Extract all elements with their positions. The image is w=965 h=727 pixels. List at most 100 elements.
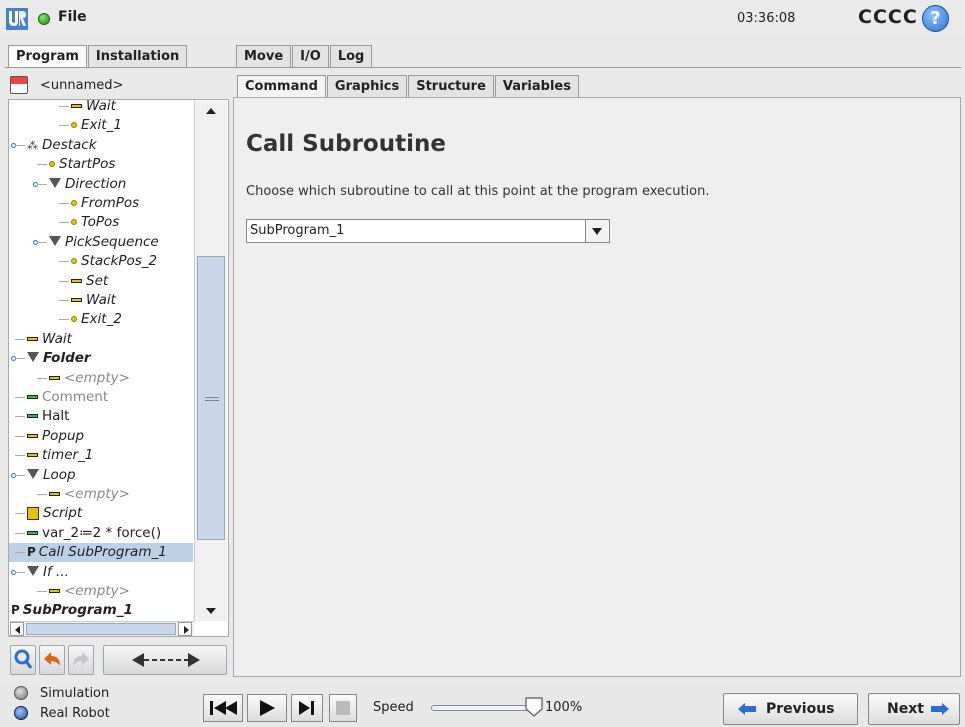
tree-item[interactable]: Set (9, 272, 108, 291)
tree-item-label: StartPos (59, 156, 116, 173)
save-icon[interactable] (10, 76, 28, 94)
command-icon (27, 433, 38, 438)
next-button[interactable]: Next (868, 693, 960, 725)
step-button[interactable] (291, 694, 323, 722)
tab-structure[interactable]: Structure (408, 75, 494, 98)
speed-value: 100% (545, 700, 583, 715)
clock: 03:36:08 (737, 11, 796, 26)
rewind-icon (210, 701, 237, 715)
tree-item[interactable]: Loop (9, 466, 76, 485)
tree-item[interactable]: ⁂ Destack (9, 136, 97, 155)
search-button[interactable] (10, 645, 36, 675)
file-menu[interactable]: File (58, 9, 87, 25)
scroll-right-button[interactable] (178, 622, 192, 636)
redo-icon (73, 652, 89, 666)
tree-item[interactable]: Script (9, 504, 82, 523)
tree-connector (37, 183, 47, 185)
program-tree-panel: Wait Exit_1 ⁂ Destack StartPos Direction FromP… (8, 99, 229, 637)
tab-io[interactable]: I/O (292, 45, 329, 68)
command-green-icon (27, 414, 38, 419)
tree-item[interactable]: var_2≔2 * force() (9, 524, 161, 543)
chevron-down-icon (592, 228, 602, 235)
tree-item[interactable]: PickSequence (9, 233, 159, 252)
tree-item[interactable]: <empty> (9, 485, 130, 504)
simulation-radio[interactable] (14, 686, 28, 700)
speed-slider-handle[interactable] (525, 697, 543, 717)
undo-button[interactable] (39, 645, 65, 675)
tree-vertical-scrollbar[interactable] (194, 101, 227, 621)
tree-connector (59, 300, 69, 301)
tree-item[interactable]: <empty> (9, 582, 130, 601)
tree-connector (15, 474, 25, 476)
tree-connector (59, 125, 69, 127)
folder-triangle-icon (49, 235, 61, 246)
simulation-label[interactable]: Simulation (40, 686, 109, 701)
tree-item[interactable]: Direction (9, 175, 126, 194)
tree-item[interactable]: Exit_2 (9, 310, 122, 329)
tree-item[interactable]: Exit_1 (9, 116, 122, 135)
tree-item-label: FromPos (81, 195, 140, 211)
rewind-button[interactable] (203, 694, 243, 722)
tab-move[interactable]: Move (236, 45, 292, 68)
subprogram-icon: P (27, 545, 36, 560)
tree-item[interactable]: Comment (9, 388, 108, 407)
tree-connector (37, 377, 47, 379)
tree-item[interactable]: StackPos_2 (9, 252, 157, 271)
tree-item[interactable]: FromPos (9, 194, 139, 213)
command-icon (49, 375, 60, 380)
tree-item[interactable]: P SubProgram_1 (9, 601, 133, 620)
tree-item[interactable]: Folder (9, 349, 91, 368)
bottom-bar: Simulation Real Robot Speed 100% Previou… (0, 682, 965, 727)
tree-item[interactable]: <empty> (9, 369, 130, 388)
tree-connector (15, 455, 25, 457)
arrow-right-icon (931, 703, 949, 715)
next-label: Next (887, 701, 924, 717)
tab-graphics[interactable]: Graphics (326, 75, 408, 98)
command-icon (71, 104, 82, 108)
tree-item[interactable]: Halt (9, 407, 69, 426)
tree-horizontal-scrollbar[interactable] (10, 621, 194, 636)
tab-variables[interactable]: Variables (494, 75, 579, 98)
tab-command[interactable]: Command (237, 75, 326, 98)
tab-installation[interactable]: Installation (87, 45, 188, 68)
real-robot-label[interactable]: Real Robot (40, 706, 110, 721)
stop-button[interactable] (329, 694, 357, 722)
tree-item-label: Comment (42, 389, 109, 405)
tree-item[interactable]: ToPos (9, 213, 119, 232)
previous-button[interactable]: Previous (723, 693, 858, 725)
robot-status-icon (38, 13, 50, 25)
real-robot-radio[interactable] (14, 706, 28, 720)
tree-item[interactable]: Wait (9, 291, 116, 310)
scroll-up-button[interactable] (195, 101, 228, 121)
tree-item[interactable]: Wait (9, 100, 116, 116)
tree-item[interactable]: timer_1 (9, 446, 93, 465)
play-button[interactable] (247, 694, 287, 722)
help-icon[interactable]: ? (922, 5, 949, 32)
command-icon (27, 336, 38, 341)
tree-item[interactable]: Wait (9, 330, 72, 349)
move-node-button[interactable] (103, 645, 227, 675)
scroll-down-button[interactable] (195, 601, 228, 621)
page-title: Call Subroutine (246, 131, 446, 157)
tree-item[interactable]: Popup (9, 427, 84, 446)
scroll-thumb[interactable] (197, 256, 225, 540)
hscroll-thumb[interactable] (26, 623, 176, 635)
grip-icon (205, 397, 219, 401)
scroll-left-button[interactable] (10, 622, 24, 636)
tree-item-label: StackPos_2 (81, 253, 158, 270)
subroutine-select[interactable]: SubProgram_1 (246, 219, 610, 243)
arrow-left-icon (15, 626, 20, 634)
tree-connector (15, 397, 25, 398)
tree-item[interactable]: If ... (9, 563, 69, 582)
tab-program[interactable]: Program (8, 45, 87, 68)
tree-item[interactable]: P Call SubProgram_1 (9, 543, 193, 563)
tab-log[interactable]: Log (329, 45, 373, 68)
redo-button[interactable] (68, 645, 94, 675)
tree-item-label: Exit_2 (81, 311, 122, 328)
tree-connector (15, 416, 25, 418)
tree-item[interactable]: StartPos (9, 155, 115, 174)
tree-item-label: Script (43, 505, 83, 522)
tree-item-label: Loop (43, 466, 76, 483)
tree-connector (59, 106, 69, 107)
dropdown-button[interactable] (585, 220, 609, 242)
